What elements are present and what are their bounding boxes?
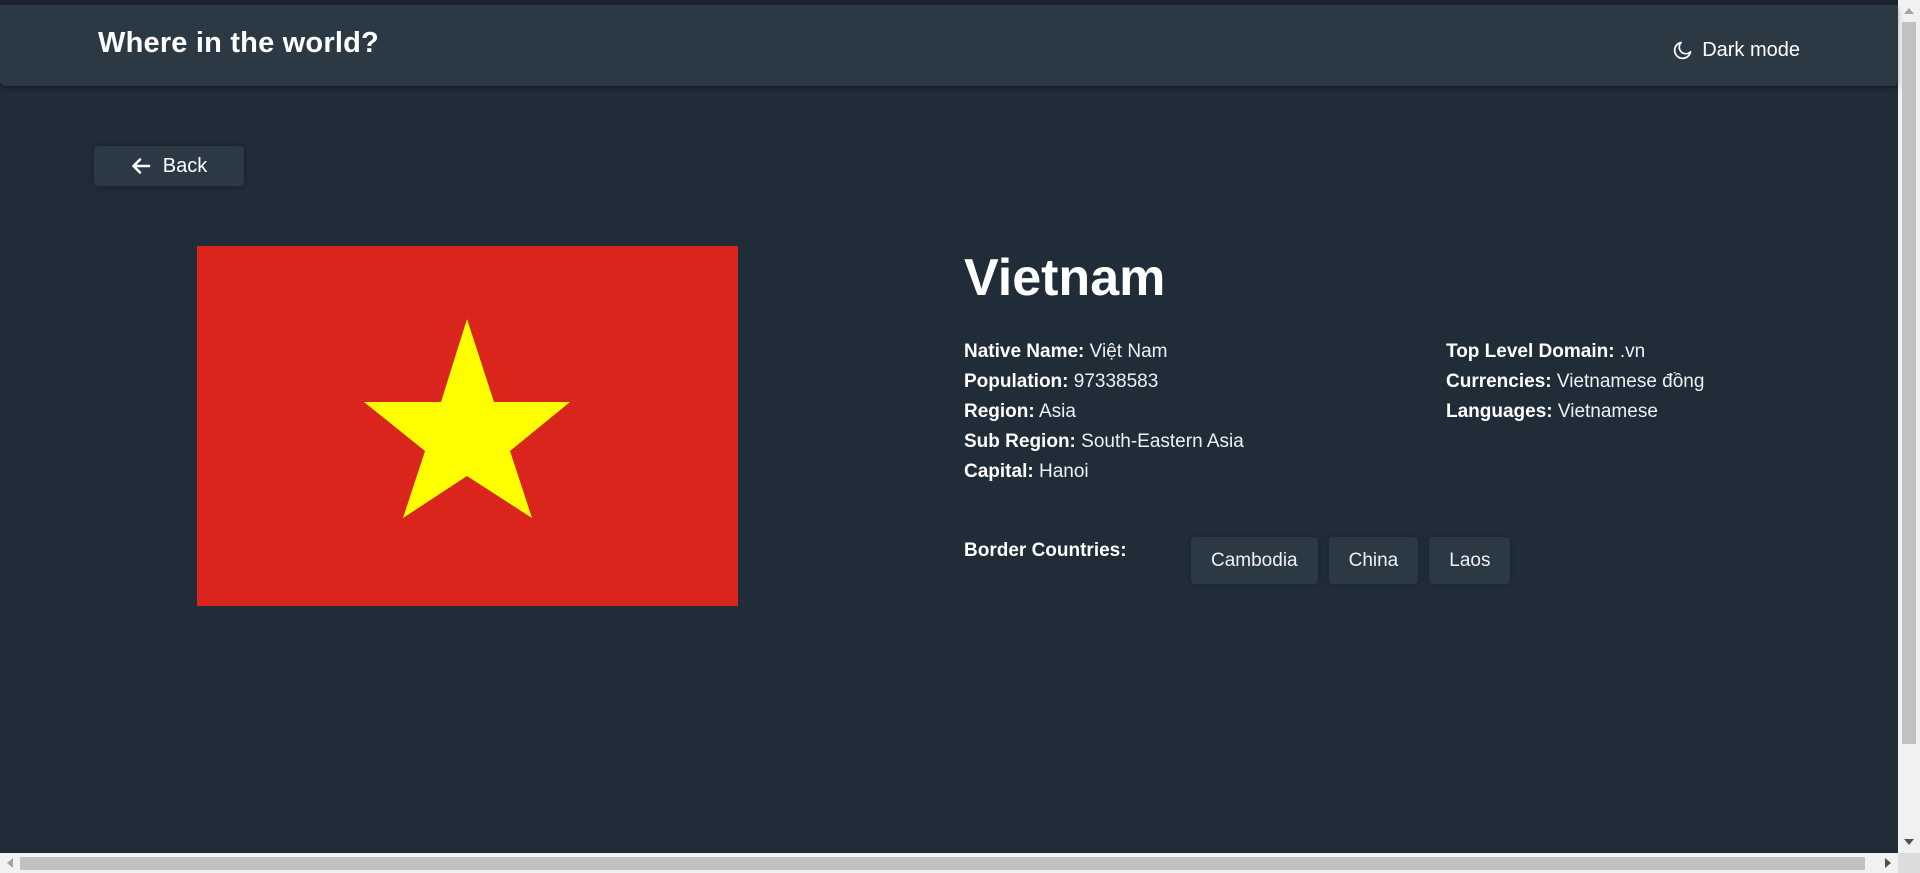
dark-mode-toggle[interactable]: Dark mode (1673, 39, 1800, 62)
site-title: Where in the world? (98, 27, 379, 59)
border-countries-label: Border Countries: (964, 540, 1127, 561)
back-label: Back (162, 154, 208, 177)
detail-label: Native Name: (964, 341, 1085, 362)
arrow-left-icon (131, 157, 151, 175)
languages-row: Languages: Vietnamese (1446, 397, 1704, 427)
details-primary: Native Name: Việt Nam Population: 973385… (964, 337, 1244, 487)
capital-row: Capital: Hanoi (964, 457, 1244, 487)
vertical-scroll-thumb[interactable] (1902, 22, 1916, 744)
sub-region-row: Sub Region: South-Eastern Asia (964, 427, 1244, 457)
border-country-laos[interactable]: Laos (1429, 537, 1511, 584)
detail-label: Currencies: (1446, 371, 1552, 392)
app-viewport: Where in the world? Dark mode Back Vietn… (0, 0, 1898, 853)
dark-mode-label: Dark mode (1702, 39, 1800, 61)
border-countries-list: Cambodia China Laos (1191, 537, 1511, 584)
native-name-row: Native Name: Việt Nam (964, 337, 1244, 367)
scroll-right-icon[interactable] (1885, 858, 1891, 868)
horizontal-scrollbar[interactable] (0, 853, 1898, 873)
details-secondary: Top Level Domain: .vn Currencies: Vietna… (1446, 337, 1704, 427)
site-header: Where in the world? Dark mode (0, 5, 1898, 86)
population-row: Population: 97338583 (964, 367, 1244, 397)
detail-label: Languages: (1446, 401, 1553, 422)
detail-label: Top Level Domain: (1446, 341, 1615, 362)
country-name: Vietnam (964, 249, 1166, 307)
detail-label: Capital: (964, 461, 1034, 482)
region-row: Region: Asia (964, 397, 1244, 427)
vertical-scrollbar[interactable] (1898, 0, 1920, 853)
border-country-china[interactable]: China (1328, 537, 1419, 584)
scrollbar-corner (1898, 853, 1920, 873)
detail-value: Asia (1038, 401, 1076, 422)
detail-value: Vietnamese (1557, 401, 1658, 422)
detail-value: Hanoi (1038, 461, 1089, 482)
scroll-up-icon[interactable] (1904, 8, 1914, 14)
detail-label: Region: (964, 401, 1035, 422)
detail-value: .vn (1619, 341, 1646, 362)
border-country-cambodia[interactable]: Cambodia (1191, 537, 1318, 584)
detail-value: Việt Nam (1089, 341, 1168, 362)
top-level-domain-row: Top Level Domain: .vn (1446, 337, 1704, 367)
back-button[interactable]: Back (94, 146, 244, 186)
moon-icon (1673, 41, 1692, 60)
detail-value: Vietnamese đồng (1556, 371, 1705, 392)
detail-label: Sub Region: (964, 431, 1076, 452)
detail-value: 97338583 (1073, 371, 1159, 392)
detail-label: Population: (964, 371, 1069, 392)
scroll-down-icon[interactable] (1904, 839, 1914, 845)
detail-value: South-Eastern Asia (1081, 431, 1244, 452)
country-flag (197, 246, 738, 606)
scroll-left-icon[interactable] (7, 858, 13, 868)
horizontal-scroll-thumb[interactable] (20, 857, 1865, 870)
currencies-row: Currencies: Vietnamese đồng (1446, 367, 1704, 397)
